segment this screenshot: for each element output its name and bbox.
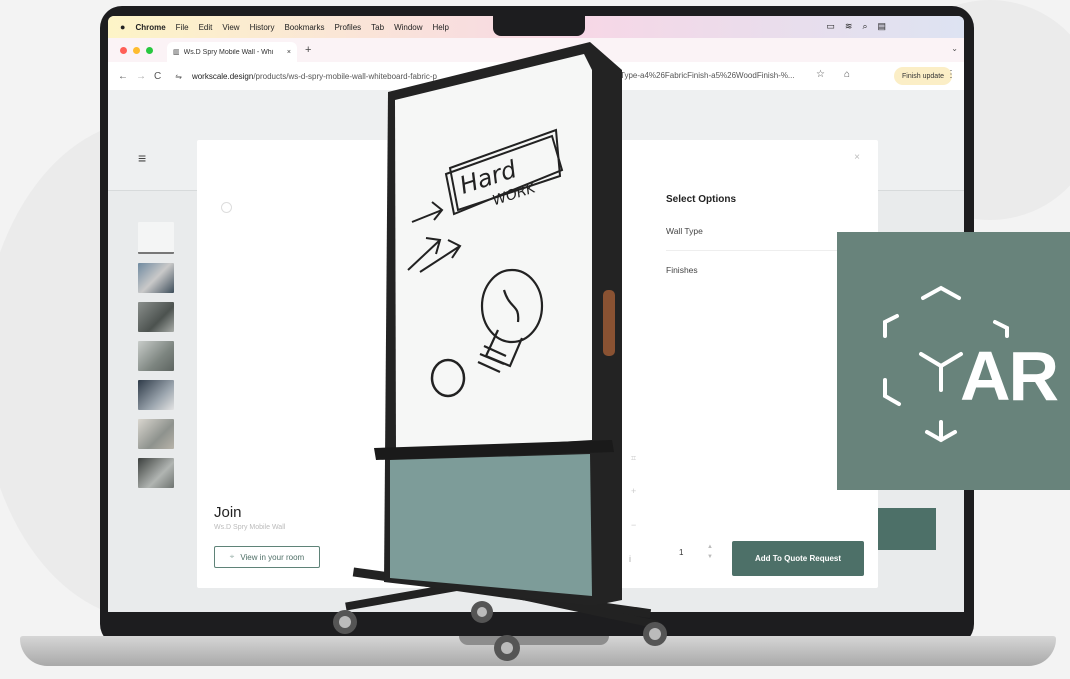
brown-handle [603,290,615,356]
reload-button[interactable]: C [154,71,161,82]
favicon-icon: ▥ [173,49,180,56]
window-close-dot[interactable] [120,46,127,54]
back-button[interactable]: ← [118,71,128,82]
ar-badge-panel: AR [837,232,1070,490]
bookmark-star-icon[interactable]: ☆ [816,69,825,80]
menu-profiles[interactable]: Profiles [334,23,361,32]
menu-file[interactable]: File [176,23,189,32]
menu-window[interactable]: Window [394,23,422,32]
product-thumbnail-strip [138,222,174,497]
product-thumbnail[interactable] [138,222,174,254]
ar-label: AR [960,337,1059,415]
select-options-heading: Select Options [666,194,737,205]
quantity-stepper[interactable]: 1 ▲ ▼ [667,536,717,568]
url-domain: workscale.design [191,71,254,81]
forward-button[interactable]: → [136,71,146,82]
wifi-icon[interactable]: ≋ [845,21,853,32]
option-label: Finishes [666,265,698,275]
quantity-down-icon[interactable]: ▼ [707,554,713,560]
fullscreen-icon[interactable]: ⌗ [631,453,636,464]
product-thumbnail[interactable] [138,458,174,488]
new-tab-button[interactable]: + [305,44,311,56]
product-thumbnail[interactable] [138,263,174,293]
menu-bookmarks[interactable]: Bookmarks [284,23,324,32]
url-path: /products/ws-d-spry-mobile-wall-whiteboa… [253,71,437,81]
option-finishes[interactable]: Finishes [666,250,866,289]
menubar-status-icons: ▭ ≋ ⌕ ▤ [826,21,886,32]
felt-panel [390,454,592,596]
site-info-icon[interactable]: ⇋ [175,72,182,81]
browser-menu-icon[interactable]: ⋮ [946,69,956,80]
control-center-icon[interactable]: ▤ [877,21,886,32]
menu-edit[interactable]: Edit [199,23,213,32]
tab-search-chevron-icon[interactable]: ⌄ [951,44,958,53]
info-icon[interactable]: i [629,554,631,564]
zoom-in-icon[interactable]: + [631,486,636,496]
option-label: Wall Type [666,226,703,236]
tab-close-icon[interactable]: × [287,49,291,56]
window-minimize-dot[interactable] [133,46,140,54]
quantity-value: 1 [679,547,684,557]
browser-tab-active[interactable]: ▥ Ws.D Spry Mobile Wall - Whi × [167,42,297,62]
zoom-out-icon[interactable]: − [631,520,636,530]
product-subtitle: Ws.D Spry Mobile Wall [214,524,286,531]
whiteboard-surface [395,54,592,452]
url-tail: Type-a4%26FabricFinish-a5%26WoodFinish-%… [620,71,795,80]
modal-close-icon[interactable]: × [854,152,860,163]
quantity-arrows[interactable]: ▲ ▼ [707,542,713,562]
view-in-room-label: View in your room [240,552,305,562]
product-thumbnail[interactable] [138,302,174,332]
search-icon[interactable]: ⌕ [862,21,867,32]
address-bar[interactable]: workscale.design/products/ws-d-spry-mobi… [192,72,437,81]
option-wall-type[interactable]: Wall Type [666,212,866,250]
quantity-up-icon[interactable]: ▲ [707,544,713,550]
camera-notch [493,16,585,36]
background-action-button[interactable] [874,508,936,550]
menu-help[interactable]: Help [433,23,449,32]
laptop-base-notch [459,636,609,645]
add-to-quote-button[interactable]: Add To Quote Request [732,541,864,576]
battery-icon[interactable]: ▭ [826,21,835,32]
loading-ring-icon [221,202,232,213]
menu-tab[interactable]: Tab [371,23,384,32]
product-title: Join [214,504,242,521]
menu-app-chrome[interactable]: Chrome [135,23,165,32]
window-zoom-dot[interactable] [146,46,153,54]
apple-logo-icon[interactable]: ● [120,22,125,32]
view-in-room-button[interactable]: ⌖ View in your room [214,546,320,568]
product-thumbnail[interactable] [138,419,174,449]
finish-update-button[interactable]: Finish update [894,67,953,85]
product-thumbnail[interactable] [138,341,174,371]
ar-scan-icon: ⌖ [229,552,235,561]
menu-history[interactable]: History [250,23,275,32]
tab-title: Ws.D Spry Mobile Wall - Whi [183,48,274,56]
product-thumbnail[interactable] [138,380,174,410]
hamburger-menu-icon[interactable]: ≡ [138,150,146,166]
menu-view[interactable]: View [222,23,239,32]
extensions-icon[interactable]: ⌂ [844,69,850,80]
